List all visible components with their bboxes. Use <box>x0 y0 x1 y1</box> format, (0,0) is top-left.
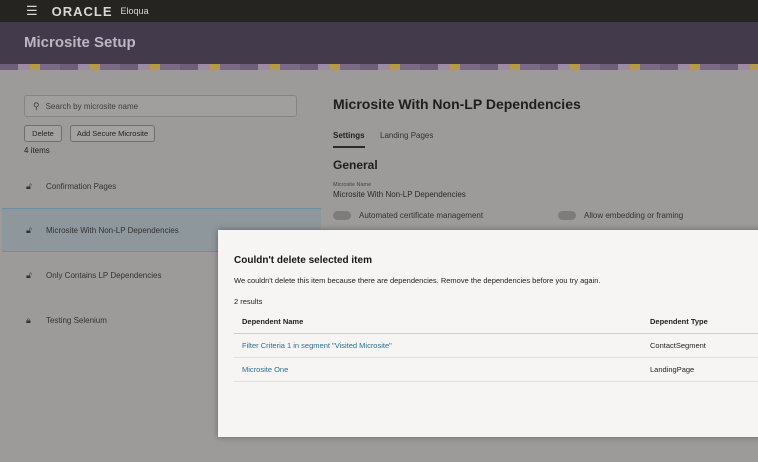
unlock-icon: 🔓︎ <box>26 269 32 280</box>
oracle-logo: ORACLE <box>51 3 113 19</box>
detail-title: Microsite With Non-LP Dependencies <box>333 96 581 112</box>
table-row: Filter Criteria 1 in segment "Visited Mi… <box>234 334 758 358</box>
tab-landing-pages[interactable]: Landing Pages <box>380 131 433 140</box>
dependent-type: ContactSegment <box>650 341 706 350</box>
add-secure-microsite-button[interactable]: Add Secure Microsite <box>70 125 155 142</box>
table-header: Dependent Name Dependent Type <box>234 310 758 334</box>
list-item[interactable]: 🔓︎ Confirmation Pages <box>2 164 321 208</box>
certificate-toggle[interactable]: Automated certificate management <box>333 211 483 220</box>
unlock-icon: 🔓︎ <box>26 180 32 191</box>
search-icon: ⚲ <box>33 100 40 111</box>
column-header: Dependent Type <box>650 317 708 326</box>
results-count: 2 results <box>234 297 263 306</box>
menu-icon[interactable]: ☰ <box>26 3 38 19</box>
dependent-link[interactable]: Filter Criteria 1 in segment "Visited Mi… <box>242 341 392 350</box>
page-title: Microsite Setup <box>24 34 136 51</box>
top-bar: ☰ ORACLE Eloqua <box>0 0 758 22</box>
section-heading: General <box>333 158 378 172</box>
dependent-type: LandingPage <box>650 365 695 374</box>
toggle-switch[interactable] <box>558 211 576 220</box>
dialog-title: Couldn't delete selected item <box>234 255 372 266</box>
delete-button[interactable]: Delete <box>24 125 62 142</box>
item-count: 4 items <box>24 146 50 155</box>
field-label: Microsite Name <box>333 182 372 188</box>
table-row: Microsite One LandingPage <box>234 358 758 382</box>
embedding-toggle[interactable]: Allow embedding or framing <box>558 211 683 220</box>
tab-settings[interactable]: Settings <box>333 131 365 148</box>
microsite-name-value: Microsite With Non-LP Dependencies <box>333 190 466 199</box>
page-header: Microsite Setup <box>0 22 758 64</box>
toggle-switch[interactable] <box>333 211 351 220</box>
decorative-banner <box>0 64 758 70</box>
dependent-link[interactable]: Microsite One <box>242 365 288 374</box>
product-name: Eloqua <box>120 6 149 16</box>
lock-icon: 🔒︎ <box>26 314 31 325</box>
error-dialog: Couldn't delete selected item We couldn'… <box>218 230 758 437</box>
dialog-message: We couldn't delete this item because the… <box>234 276 601 285</box>
unlock-icon: 🔓︎ <box>26 224 32 235</box>
search-input[interactable]: ⚲ Search by microsite name <box>24 95 297 117</box>
column-header: Dependent Name <box>242 317 304 326</box>
dependencies-table: Dependent Name Dependent Type Filter Crit… <box>234 310 758 382</box>
